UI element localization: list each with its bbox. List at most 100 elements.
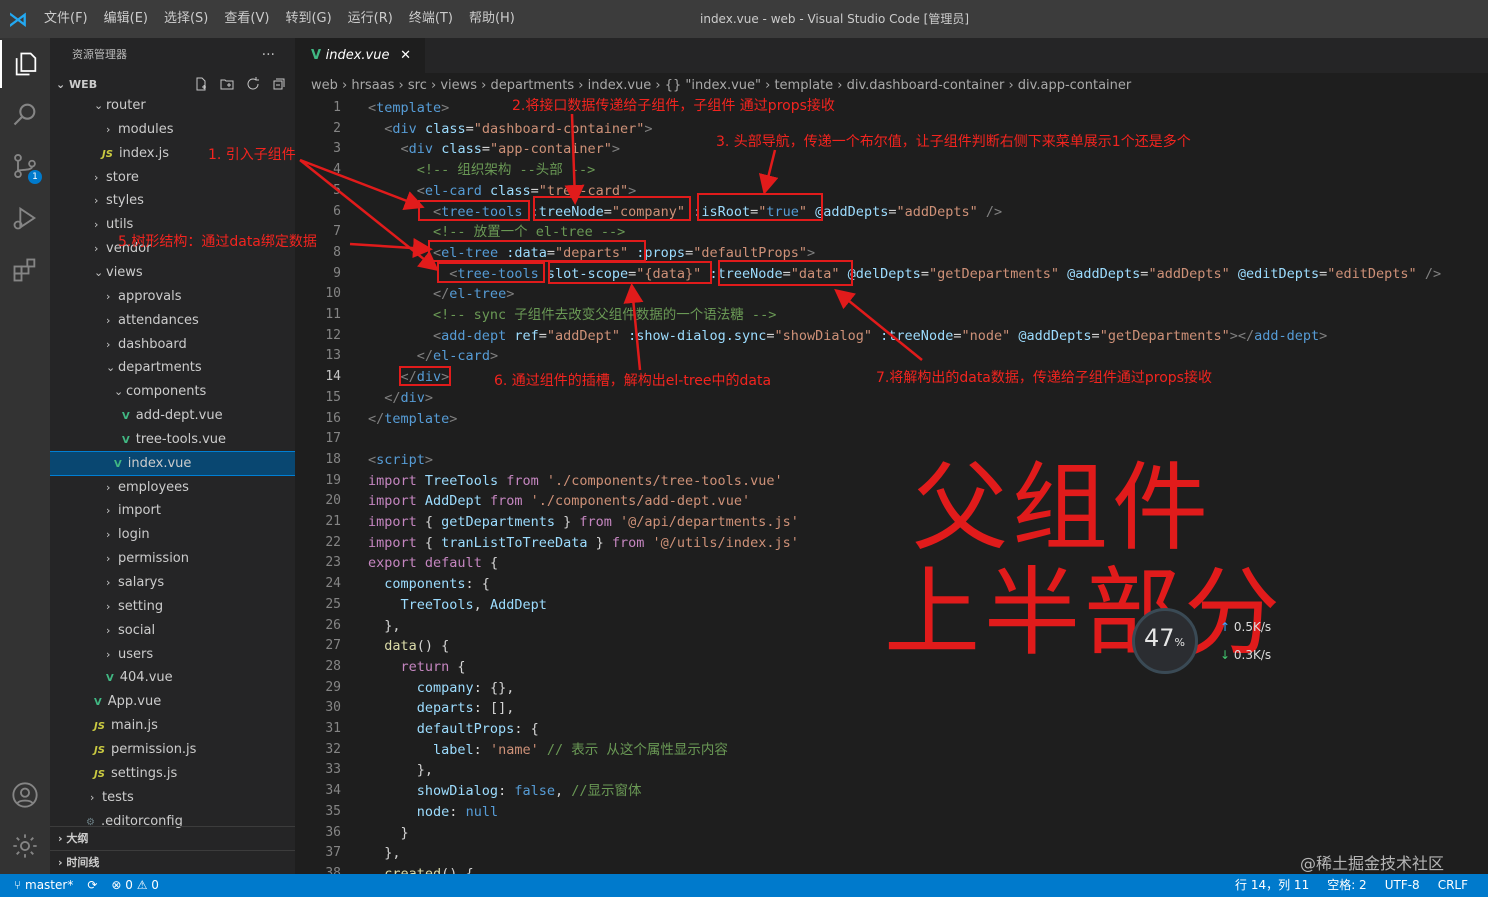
menu-run[interactable]: 运行(R) [340, 0, 401, 38]
tree-item[interactable]: ⌄ views [50, 261, 295, 284]
code-line[interactable]: }, [368, 760, 433, 781]
new-folder-icon[interactable] [219, 76, 235, 92]
extensions-icon[interactable] [0, 246, 50, 294]
collapse-all-icon[interactable] [271, 76, 287, 92]
code-line[interactable]: company: {}, [368, 678, 515, 699]
code-line[interactable]: components: { [368, 574, 490, 595]
tree-item[interactable]: › styles [50, 189, 295, 212]
code-line[interactable]: data() { [368, 636, 449, 657]
code-line[interactable]: created() { [368, 864, 473, 874]
tree-item[interactable]: › salarys [50, 571, 295, 594]
tree-item[interactable]: Vtree-tools.vue [50, 428, 295, 451]
code-line[interactable]: import AddDept from './components/add-de… [368, 491, 750, 512]
tree-item[interactable]: › utils [50, 213, 295, 236]
code-line[interactable]: </div> [368, 388, 433, 409]
outline-section[interactable]: › 大纲 [50, 826, 295, 850]
tree-item[interactable]: › vendor [50, 237, 295, 260]
tree-item[interactable]: Vindex.vue [50, 450, 295, 476]
code-line[interactable]: import { tranListToTreeData } from '@/ut… [368, 533, 799, 554]
network-speed-widget[interactable]: 47% ↑ 0.5K/s ↓ 0.3K/s [1132, 608, 1307, 678]
source-control-icon[interactable]: 1 [0, 142, 50, 190]
tree-item[interactable]: › store [50, 166, 295, 189]
tree-item[interactable]: › approvals [50, 285, 295, 308]
tree-item[interactable]: › employees [50, 476, 295, 499]
code-line[interactable]: <add-dept ref="addDept" :show-dialog.syn… [368, 326, 1327, 347]
code-line[interactable]: <div class="dashboard-container"> [368, 119, 652, 140]
tree-item[interactable]: › import [50, 499, 295, 522]
tree-item[interactable]: › users [50, 643, 295, 666]
sync-icon[interactable]: ⟳ [87, 874, 97, 897]
more-actions-icon[interactable]: ··· [262, 38, 275, 72]
close-tab-icon[interactable]: ✕ [400, 38, 411, 73]
code-line[interactable]: <template> [368, 98, 449, 119]
code-editor[interactable]: 1 2 3 4 5 6 7 8 9 10 11 12 13 14 15 16 17 18 19 20 21 22 23 24 2… [295, 98, 1488, 874]
tree-item[interactable]: › login [50, 523, 295, 546]
code-line[interactable]: <script> [368, 450, 433, 471]
tree-item[interactable]: JS main.js [50, 714, 295, 737]
menu-file[interactable]: 文件(F) [36, 0, 96, 38]
code-line[interactable]: <el-tree :data="departs" :props="default… [368, 243, 815, 264]
tree-item[interactable]: ⌄ router [50, 94, 295, 117]
breadcrumb[interactable]: web › hrsaas › src › views › departments… [295, 74, 1488, 98]
indentation[interactable]: 空格: 2 [1327, 874, 1367, 897]
tree-item[interactable]: › social [50, 619, 295, 642]
search-icon[interactable] [0, 90, 50, 138]
menu-go[interactable]: 转到(G) [277, 0, 339, 38]
menu-selection[interactable]: 选择(S) [156, 0, 216, 38]
code-line[interactable]: </template> [368, 409, 457, 430]
code-line[interactable]: <div class="app-container"> [368, 139, 621, 160]
tree-item[interactable]: JS permission.js [50, 738, 295, 761]
tree-item[interactable]: › setting [50, 595, 295, 618]
code-line[interactable]: <!-- 放置一个 el-tree --> [368, 222, 625, 243]
code-line[interactable]: export default { [368, 553, 498, 574]
encoding[interactable]: UTF-8 [1385, 874, 1420, 897]
tree-item[interactable]: › modules [50, 118, 295, 141]
code-line[interactable]: import { getDepartments } from '@/api/de… [368, 512, 799, 533]
new-file-icon[interactable] [193, 76, 209, 92]
line-ending[interactable]: CRLF [1438, 874, 1468, 897]
tab-index-vue[interactable]: V index.vue ✕ [295, 38, 425, 73]
problems-indicator[interactable]: ⊗ 0 ⚠ 0 [111, 874, 159, 897]
code-line[interactable]: <el-card class="tree-card"> [368, 181, 637, 202]
code-line[interactable]: <!-- 组织架构 --头部 --> [368, 160, 596, 181]
code-line[interactable]: }, [368, 616, 400, 637]
refresh-icon[interactable] [245, 76, 261, 92]
tree-item[interactable]: › permission [50, 547, 295, 570]
tree-item[interactable]: V App.vue [50, 690, 295, 713]
explorer-icon[interactable] [0, 40, 50, 88]
tree-item[interactable]: › tests [50, 786, 295, 809]
code-line[interactable]: } [368, 823, 409, 844]
tree-item[interactable]: V 404.vue [50, 666, 295, 689]
code-line[interactable]: departs: [], [368, 698, 515, 719]
code-line[interactable]: node: null [368, 802, 498, 823]
tree-item[interactable]: JS settings.js [50, 762, 295, 785]
code-line[interactable]: </div> [368, 367, 450, 388]
code-line[interactable]: TreeTools, AddDept [368, 595, 547, 616]
code-line[interactable]: <tree-tools slot-scope="{data}" :treeNod… [368, 264, 1441, 285]
code-line[interactable]: label: 'name' // 表示 从这个属性显示内容 [368, 740, 728, 761]
timeline-section[interactable]: › 时间线 [50, 850, 295, 874]
code-line[interactable]: <tree-tools :treeNode="company" :isRoot=… [368, 202, 1002, 223]
tree-item[interactable]: › attendances [50, 309, 295, 332]
tree-item[interactable]: › dashboard [50, 333, 295, 356]
tree-item[interactable]: JS index.js [50, 142, 295, 165]
menu-view[interactable]: 查看(V) [216, 0, 277, 38]
run-debug-icon[interactable] [0, 194, 50, 242]
menu-help[interactable]: 帮助(H) [461, 0, 523, 38]
settings-gear-icon[interactable] [0, 822, 50, 870]
code-line[interactable]: defaultProps: { [368, 719, 539, 740]
code-line[interactable]: return { [368, 657, 466, 678]
code-line[interactable]: </el-card> [368, 346, 498, 367]
code-line[interactable]: <!-- sync 子组件去改变父组件数据的一个语法糖 --> [368, 305, 776, 326]
branch-indicator[interactable]: ⑂ master* [14, 874, 73, 897]
account-icon[interactable] [0, 771, 50, 819]
tree-item[interactable]: Vadd-dept.vue [50, 404, 295, 427]
tree-item[interactable]: ⌄ components [50, 380, 295, 403]
code-line[interactable]: showDialog: false, //显示窗体 [368, 781, 642, 802]
code-line[interactable]: </el-tree> [368, 284, 514, 305]
tree-item[interactable]: ⌄ departments [50, 356, 295, 379]
menu-terminal[interactable]: 终端(T) [401, 0, 461, 38]
code-line[interactable]: import TreeTools from './components/tree… [368, 471, 783, 492]
menu-edit[interactable]: 编辑(E) [96, 0, 156, 38]
code-line[interactable]: }, [368, 843, 400, 864]
